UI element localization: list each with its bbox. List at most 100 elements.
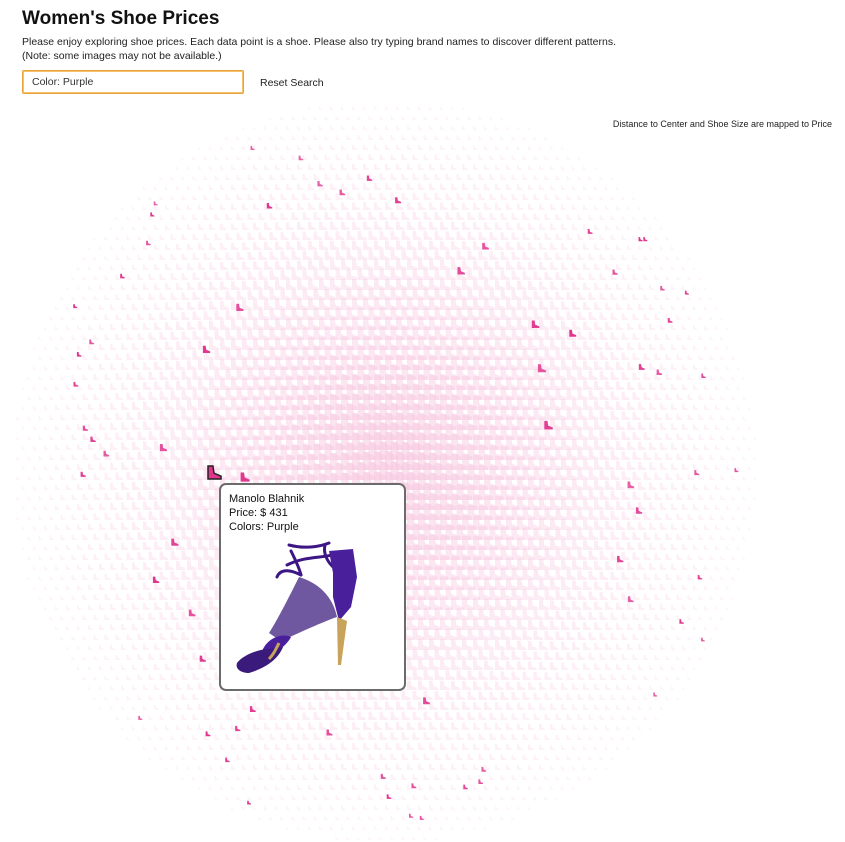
shoe-point [577, 429, 589, 440]
shoe-point [247, 754, 253, 760]
shoe-point [561, 765, 566, 770]
shoe-point [539, 661, 548, 670]
shoe-point [390, 774, 397, 780]
shoe-point [478, 135, 483, 140]
shoe-point [148, 511, 158, 520]
shoe-point [599, 234, 605, 240]
shoe-point [352, 784, 358, 790]
shoe-point [297, 701, 306, 710]
shoe-point [44, 606, 48, 610]
shoe-point [324, 269, 335, 280]
shoe-point [176, 766, 180, 770]
shoe-point [60, 535, 66, 540]
shoe-point [412, 816, 417, 820]
shoe-point [49, 495, 55, 500]
shoe-point [610, 312, 618, 320]
shoe-point [572, 262, 580, 270]
shoe-point [748, 486, 752, 490]
shoe-point [456, 154, 462, 160]
shoe-point [291, 289, 303, 300]
shoe-point [55, 465, 60, 470]
shoe-point [38, 455, 43, 460]
shoe-point [583, 360, 593, 370]
shoe-point [467, 608, 480, 620]
shoe-point [181, 632, 190, 640]
shoe-point [456, 231, 466, 240]
shoe-point [132, 664, 138, 670]
shoe-point [610, 215, 615, 220]
shoe-point [401, 732, 409, 740]
shoe-point [649, 583, 656, 590]
shoe-point [126, 452, 135, 460]
shoe-point [104, 413, 112, 420]
shoe-point [599, 632, 607, 640]
shoe-point [451, 106, 455, 110]
shoe-point [242, 765, 247, 770]
shoe-point [742, 476, 747, 480]
shoe-point [594, 622, 602, 630]
shoe-point [489, 270, 500, 280]
shoe-point [242, 723, 249, 730]
shoe-point [22, 506, 26, 510]
shoe-point [170, 550, 180, 560]
shoe-point [176, 186, 180, 190]
shoe-point [610, 633, 618, 640]
shoe-point [654, 492, 662, 500]
shoe-point [165, 561, 174, 570]
shoe-point [489, 289, 500, 300]
shoe-point [467, 629, 479, 640]
shoe-point [374, 240, 384, 250]
shoe-point [605, 602, 613, 610]
shoe-point [291, 174, 298, 180]
shoe-point [297, 279, 308, 290]
shoe-point [115, 392, 123, 400]
shoe-point [82, 534, 89, 540]
shoe-point [385, 240, 395, 250]
shoe-point [275, 280, 285, 290]
shoe-point [737, 366, 741, 370]
shoe-point [38, 356, 42, 360]
shoe-point [687, 474, 694, 480]
shoe-point [445, 795, 451, 800]
shoe-point [445, 116, 450, 120]
shoe-point [159, 715, 165, 720]
shoe-point [181, 489, 192, 500]
shoe-point [649, 462, 657, 470]
shoe-point [528, 599, 539, 610]
shoe-point [720, 616, 724, 620]
shoe-point [605, 322, 613, 330]
shoe-point [522, 775, 527, 780]
shoe-point [121, 245, 126, 250]
shoe-point [484, 619, 495, 630]
shoe-point [665, 574, 672, 580]
shoe-point [550, 498, 562, 510]
shoe-point [616, 521, 625, 530]
shoe-point [407, 106, 411, 110]
shoe-point [583, 419, 594, 430]
shoe-point [247, 713, 255, 720]
shoe-point [132, 225, 137, 230]
shoe-point [473, 126, 477, 130]
reset-search-button[interactable]: Reset Search [260, 77, 324, 89]
shoe-point [506, 319, 517, 330]
shoe-point [407, 638, 419, 650]
shoe-point [308, 106, 312, 110]
shoe-point [159, 756, 163, 760]
shoe-point [445, 231, 455, 240]
shoe-point [434, 212, 443, 220]
shoe-point [154, 322, 162, 330]
shoe-point [247, 155, 252, 160]
shoe-point [698, 494, 704, 500]
shoe-point [522, 232, 530, 240]
shoe-point [308, 279, 319, 290]
search-input[interactable] [22, 70, 244, 94]
shoe-point [698, 454, 704, 460]
shoe-point [148, 431, 158, 440]
shoe-point [572, 560, 582, 570]
shoe-point [242, 744, 248, 750]
shoe-point [687, 595, 693, 600]
shoe-point [544, 631, 554, 640]
shoe-point [258, 290, 269, 300]
shoe-point [148, 491, 158, 500]
shoe-point [506, 661, 515, 670]
